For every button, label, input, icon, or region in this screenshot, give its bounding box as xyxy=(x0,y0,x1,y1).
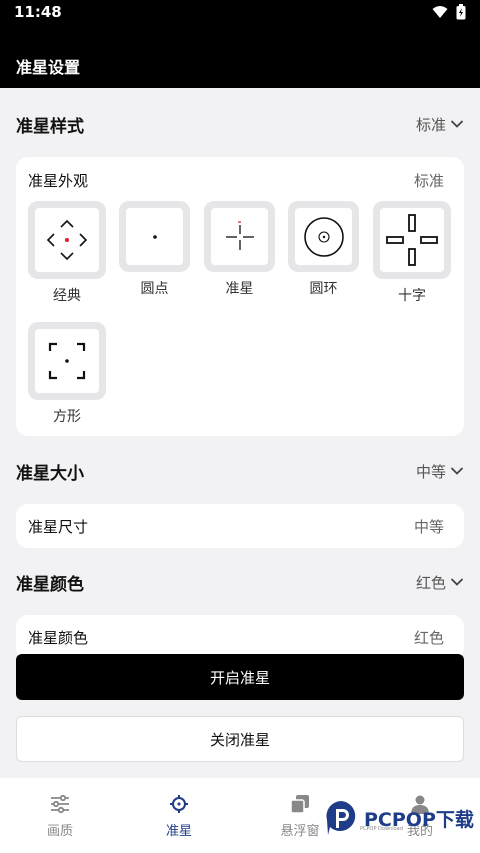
tab-label: 悬浮窗 xyxy=(280,824,320,839)
section-title-color: 准星颜色 xyxy=(16,574,84,595)
appearance-value: 标准 xyxy=(413,172,444,190)
watermark-sub: PCPOP Download xyxy=(360,826,403,832)
option-frame xyxy=(288,201,359,272)
color-row-label: 准星颜色 xyxy=(28,628,89,647)
option-preview xyxy=(35,208,99,272)
pcpop-watermark: PCPOP下载 PCPOP Download xyxy=(324,800,474,836)
size-row[interactable]: 准星尺寸 中等 xyxy=(16,504,464,548)
tab-quality[interactable]: 画质 xyxy=(15,794,105,839)
crosshair-style-header: 准星样式 标准 xyxy=(16,109,464,139)
color-row-value: 红色 xyxy=(413,628,444,647)
option-frame xyxy=(28,201,106,279)
appearance-label: 准星外观 xyxy=(28,172,89,190)
enable-crosshair-button[interactable]: 开启准星 xyxy=(16,654,464,700)
crosshair-color-header: 准星颜色 红色 xyxy=(16,567,464,597)
option-preview xyxy=(211,208,268,265)
cross-crosshair-icon xyxy=(386,214,438,266)
plus-crosshair-icon xyxy=(225,220,254,250)
crosshair-size-header: 准星大小 中等 xyxy=(16,456,464,486)
option-label: 十字 xyxy=(398,288,426,304)
option-frame xyxy=(373,201,451,279)
size-dropdown[interactable]: 中等 xyxy=(416,461,464,482)
style-dropdown[interactable]: 标准 xyxy=(416,114,464,135)
status-time: 11:48 xyxy=(14,3,62,21)
option-label: 方形 xyxy=(53,409,81,425)
option-label: 经典 xyxy=(53,288,81,304)
option-frame xyxy=(204,201,275,272)
color-dropdown[interactable]: 红色 xyxy=(416,572,464,593)
size-row-value: 中等 xyxy=(413,517,444,536)
battery-icon xyxy=(456,4,466,20)
page-title: 准星设置 xyxy=(16,58,81,77)
classic-crosshair-icon xyxy=(46,219,88,261)
floating-window-icon xyxy=(290,795,309,814)
option-label: 圆环 xyxy=(309,281,338,297)
pcpop-logo-icon xyxy=(326,801,356,835)
style-option-cross[interactable]: 十字 xyxy=(373,201,451,305)
section-title-style: 准星样式 xyxy=(16,116,84,137)
status-bar: 11:48 xyxy=(0,0,480,26)
ring-crosshair-icon xyxy=(303,216,344,257)
option-frame xyxy=(28,322,106,400)
tab-crosshair[interactable]: 准星 xyxy=(134,794,224,839)
app-bar: 准星设置 xyxy=(0,26,480,88)
style-option-dot[interactable]: 圆点 xyxy=(119,201,190,298)
chevron-down-icon xyxy=(450,120,464,128)
status-icons xyxy=(432,4,466,20)
wifi-icon xyxy=(432,6,448,18)
disable-crosshair-button[interactable]: 关闭准星 xyxy=(16,716,464,762)
option-preview xyxy=(380,208,444,272)
style-dropdown-value: 标准 xyxy=(415,115,446,134)
color-row[interactable]: 准星颜色 红色 xyxy=(16,615,464,659)
style-option-plus[interactable]: 准星 xyxy=(204,201,275,298)
size-row-label: 准星尺寸 xyxy=(28,517,89,536)
option-label: 准星 xyxy=(225,281,254,297)
chevron-down-icon xyxy=(450,467,464,475)
crosshair-icon xyxy=(170,795,188,813)
tab-label: 画质 xyxy=(46,824,73,839)
style-option-ring[interactable]: 圆环 xyxy=(288,201,359,298)
tab-label: 准星 xyxy=(165,824,192,839)
color-dropdown-value: 红色 xyxy=(415,573,446,592)
style-option-square[interactable]: 方形 xyxy=(28,322,106,426)
style-option-classic[interactable]: 经典 xyxy=(28,201,106,305)
option-label: 圆点 xyxy=(140,281,169,297)
option-frame xyxy=(119,201,190,272)
dot-crosshair-icon xyxy=(152,234,157,239)
square-crosshair-icon xyxy=(48,342,86,380)
size-dropdown-value: 中等 xyxy=(415,462,446,481)
option-preview xyxy=(35,329,99,393)
section-title-size: 准星大小 xyxy=(16,463,84,484)
option-preview xyxy=(295,208,352,265)
chevron-down-icon xyxy=(450,578,464,586)
option-preview xyxy=(126,208,183,265)
sliders-icon xyxy=(51,794,69,814)
